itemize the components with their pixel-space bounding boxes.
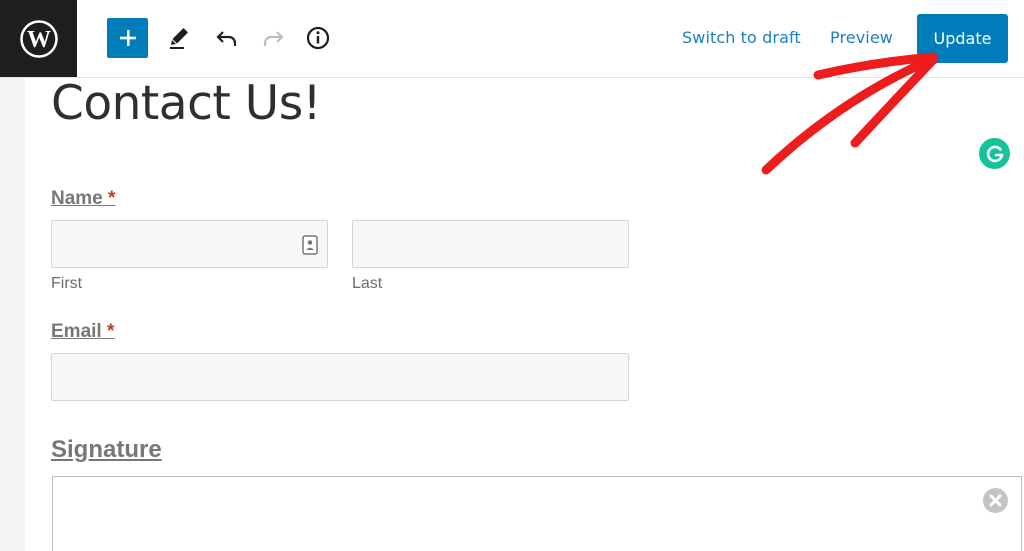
wordpress-icon: W — [19, 19, 58, 58]
email-input[interactable] — [51, 353, 629, 401]
undo-icon — [216, 31, 237, 46]
first-name-input[interactable] — [51, 220, 328, 268]
page-title[interactable]: Contact Us! — [51, 76, 322, 131]
name-label-text: Name — [51, 188, 103, 209]
signature-pad[interactable] — [52, 476, 1022, 551]
tools-button[interactable] — [163, 22, 195, 54]
name-field-label: Name * — [51, 188, 115, 210]
editor-left-gutter — [0, 78, 25, 551]
undo-button[interactable] — [211, 22, 243, 54]
info-icon — [306, 26, 330, 50]
wordpress-logo-button[interactable]: W — [0, 0, 77, 77]
required-indicator: * — [108, 188, 116, 209]
grammarly-button[interactable] — [979, 138, 1010, 169]
redo-button[interactable] — [257, 22, 289, 54]
plus-icon — [119, 30, 136, 46]
last-name-input[interactable] — [352, 220, 629, 268]
redo-icon — [263, 31, 284, 46]
update-button[interactable]: Update — [917, 14, 1008, 63]
editor-toolbar: W Switch to draft Preview Update — [0, 0, 1024, 78]
contact-card-icon[interactable] — [302, 235, 318, 255]
email-label-text: Email — [51, 321, 102, 342]
required-indicator: * — [106, 321, 115, 342]
close-circle-icon[interactable] — [982, 487, 1009, 514]
preview-button[interactable]: Preview — [830, 28, 893, 47]
pencil-icon — [170, 28, 188, 49]
switch-to-draft-button[interactable]: Switch to draft — [682, 28, 801, 47]
last-name-sublabel: Last — [352, 275, 383, 292]
grammarly-icon — [986, 145, 1004, 162]
add-block-button[interactable] — [107, 18, 148, 58]
details-button[interactable] — [302, 22, 334, 54]
first-name-sublabel: First — [51, 275, 83, 292]
svg-text:W: W — [27, 27, 51, 53]
signature-field-label: Signature — [51, 436, 162, 463]
email-field-label: Email * — [51, 321, 114, 343]
